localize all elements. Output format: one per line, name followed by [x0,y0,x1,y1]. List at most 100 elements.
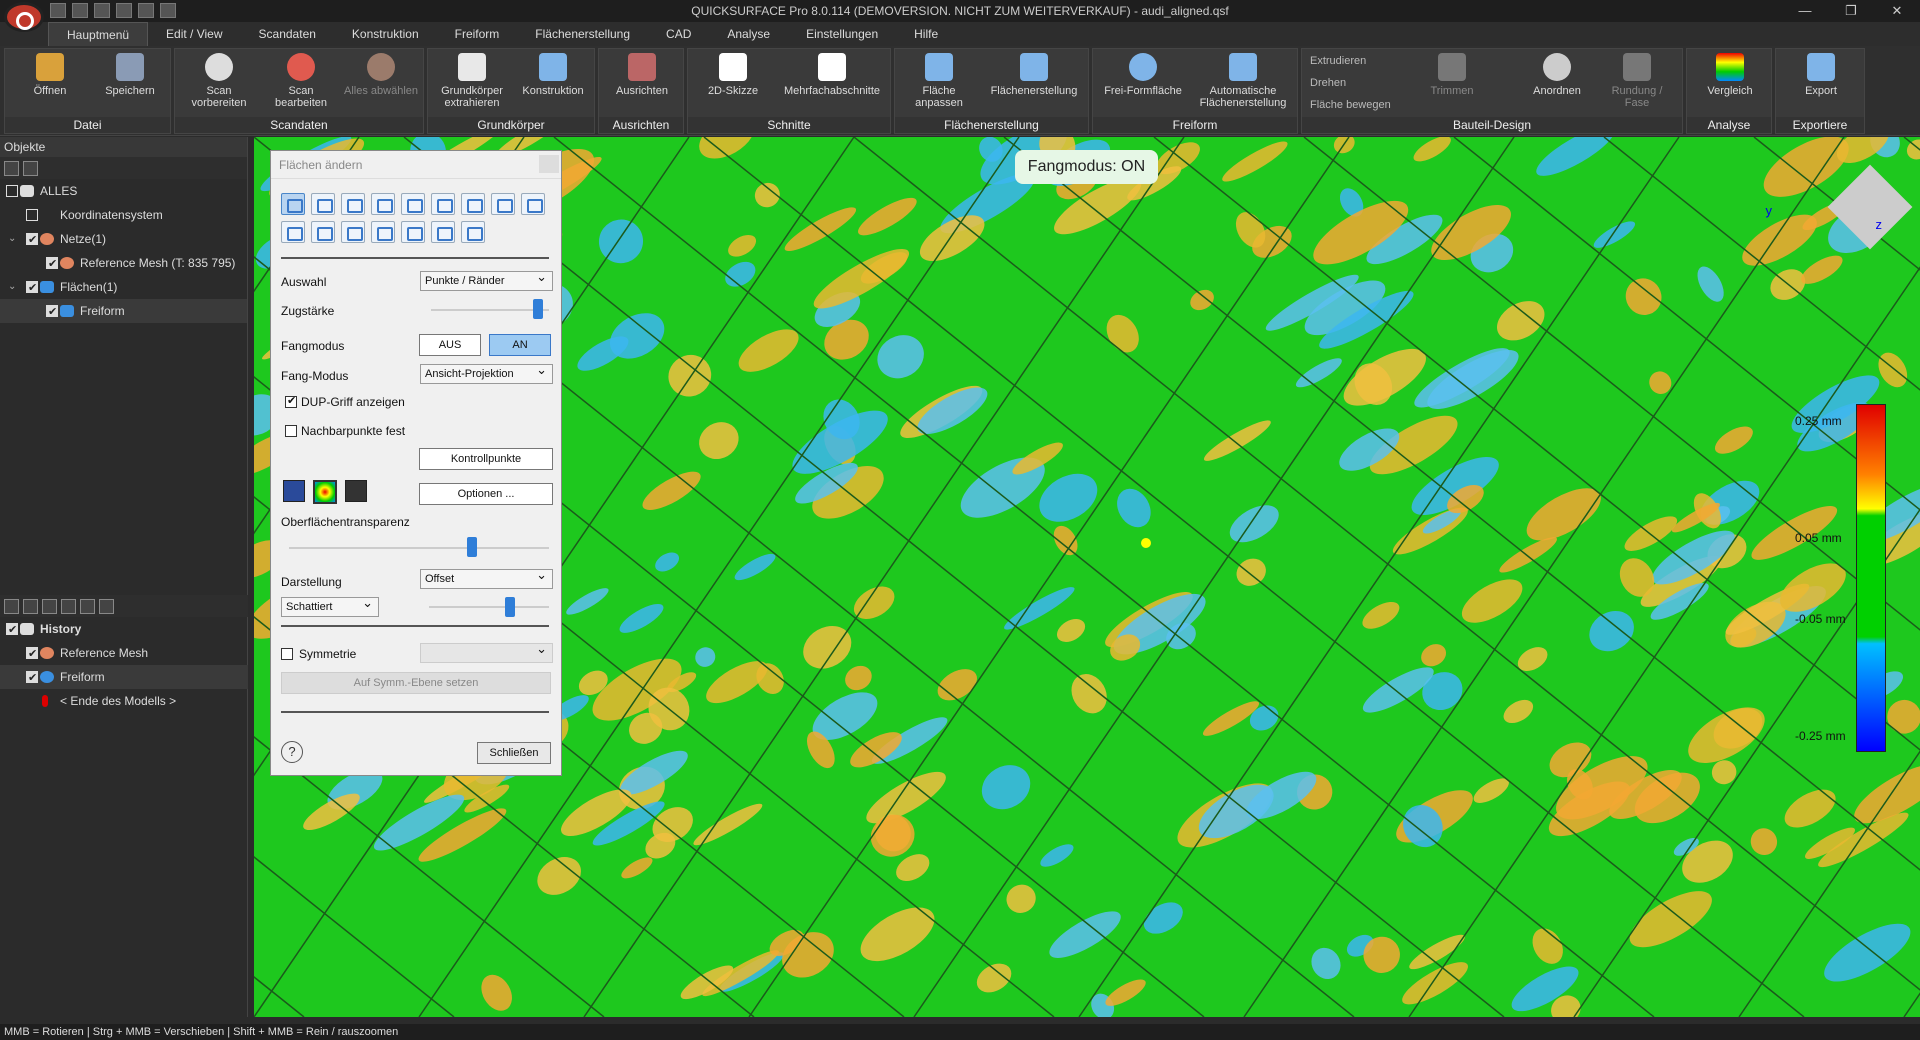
rotate-button[interactable]: Drehen [1310,77,1346,89]
trim-button[interactable]: Trimmen [1422,53,1482,97]
checkbox[interactable] [46,252,58,276]
filter-icon[interactable] [61,598,76,614]
construction-button[interactable]: Konstruktion [514,53,592,97]
checkbox[interactable] [46,300,58,324]
close-dialog-button[interactable]: Schließen [477,742,551,764]
checkbox[interactable] [26,666,38,690]
tree-item-koordinatensystem[interactable]: Koordinatensystem [0,203,247,227]
multi-section-button[interactable]: Mehrfachabschnitte [776,53,888,97]
tree-item-alles[interactable]: ALLES [0,179,247,203]
grid-split-icon[interactable] [281,221,305,243]
export-button[interactable]: Export [1780,53,1862,97]
select-tool-icon[interactable] [281,193,305,215]
checkbox[interactable] [6,618,18,642]
rectangle-tool-icon[interactable] [341,193,365,215]
dialog-close-icon[interactable] [539,155,559,173]
maximize-icon[interactable]: ❐ [1828,0,1874,22]
checkbox[interactable] [26,228,38,252]
move-surface-button[interactable]: Fläche bewegen [1310,99,1391,111]
options-button[interactable]: Optionen ... [419,483,553,505]
arc-icon[interactable] [341,221,365,243]
fillet-button[interactable]: Rundung / Fase [1602,53,1672,109]
help-icon[interactable]: ? [281,741,303,763]
open-button[interactable]: Öffnen [15,53,85,97]
symmetry-plane-dropdown[interactable] [420,640,553,663]
wave-icon[interactable] [401,221,425,243]
symmetry-checkbox[interactable] [281,648,293,660]
snap-mode-dropdown[interactable]: Ansicht-Projektion [420,361,553,384]
set-symmetry-plane-button[interactable]: Auf Symm.-Ebene setzen [281,672,551,694]
first-step-icon[interactable] [80,598,95,614]
close-icon[interactable]: ✕ [1874,0,1920,22]
menu-hauptmenu[interactable]: Hauptmenü [48,22,149,46]
deselect-all-button[interactable]: Alles abwählen [343,53,419,97]
menu-scandaten[interactable]: Scandaten [241,22,334,46]
peak-icon[interactable] [311,221,335,243]
column-tool-icon[interactable] [491,193,515,215]
scan-prepare-button[interactable]: Scan vorbereiten [181,53,257,109]
selection-dropdown[interactable]: Punkte / Ränder [420,268,553,291]
line-tool-icon[interactable] [431,193,455,215]
sketch-2d-button[interactable]: 2D-Skizze [692,53,774,97]
offset-slider[interactable] [429,606,549,608]
display-gray-icon[interactable] [345,480,367,502]
tree-item-netze[interactable]: ⌄ Netze(1) [0,227,247,252]
history-item-end[interactable]: < Ende des Modells > [0,689,248,713]
transparency-slider[interactable] [289,547,549,549]
history-item-freiform[interactable]: Freiform [0,665,248,690]
chevron-down-icon[interactable]: ⌄ [8,275,16,299]
menu-einstellungen[interactable]: Einstellungen [788,22,896,46]
display-blue-icon[interactable] [283,480,305,502]
menu-flaechenerstellung[interactable]: Flächenerstellung [517,22,648,46]
row-tool-icon[interactable] [461,193,485,215]
dup-handle-checkbox[interactable] [285,394,297,408]
display-dropdown[interactable]: Offset [420,566,553,589]
fix-neighbors-checkbox[interactable] [285,425,297,437]
list-view-icon[interactable] [4,598,19,614]
app-logo-icon[interactable] [4,2,44,32]
snap-off-button[interactable]: AUS [419,334,481,356]
surface-creation-button[interactable]: Flächenerstellung [981,53,1087,97]
more-tool-icon[interactable] [521,193,545,215]
menu-konstruktion[interactable]: Konstruktion [334,22,437,46]
extrude-button[interactable]: Extrudieren [1310,55,1366,67]
tree-item-flaechen[interactable]: ⌄ Flächen(1) [0,275,247,300]
fit-surface-button[interactable]: Fläche anpassen [899,53,979,109]
history-header[interactable]: History [0,617,248,642]
menu-freiform[interactable]: Freiform [437,22,518,46]
play-icon[interactable] [42,598,57,614]
freeform-surface-button[interactable]: Frei-Formfläche [1097,53,1189,97]
polygon-tool-icon[interactable] [311,193,335,215]
display-colormap-icon[interactable] [313,480,337,504]
transparency-slider-thumb[interactable] [467,537,477,557]
scan-edit-button[interactable]: Scan bearbeiten [263,53,339,109]
auto-surface-button[interactable]: Automatische Flächenerstellung [1189,53,1297,109]
menu-hilfe[interactable]: Hilfe [896,22,956,46]
shading-dropdown[interactable]: Schattiert [281,594,379,617]
grid-edit-icon[interactable] [461,221,485,243]
strength-slider[interactable] [431,309,549,311]
curve-tool-icon[interactable] [401,193,425,215]
menu-cad[interactable]: CAD [648,22,709,46]
extract-primitives-button[interactable]: Grundkörper extrahieren [432,53,512,109]
checkbox[interactable] [26,209,38,221]
checkbox[interactable] [26,276,38,300]
save-button[interactable]: Speichern [95,53,165,97]
edge-tool-icon[interactable] [371,193,395,215]
filter-icon[interactable] [23,160,38,176]
control-points-button[interactable]: Kontrollpunkte [419,448,553,470]
align-button[interactable]: Ausrichten [603,53,681,97]
last-step-icon[interactable] [99,598,114,614]
compare-button[interactable]: Vergleich [1691,53,1769,97]
checkbox[interactable] [6,185,18,197]
selected-control-point[interactable] [1141,538,1151,548]
chevron-down-icon[interactable]: ⌄ [8,227,16,251]
tree-item-freiform[interactable]: Freiform [0,299,247,324]
mesh-grid-icon[interactable] [371,221,395,243]
checkbox[interactable] [26,642,38,666]
arrange-button[interactable]: Anordnen [1524,53,1590,97]
tree-item-reference-mesh[interactable]: Reference Mesh (T: 835 795) [0,251,247,276]
history-item-reference-mesh[interactable]: Reference Mesh [0,641,248,666]
expand-icon[interactable] [4,160,19,176]
menu-edit-view[interactable]: Edit / View [148,22,240,46]
